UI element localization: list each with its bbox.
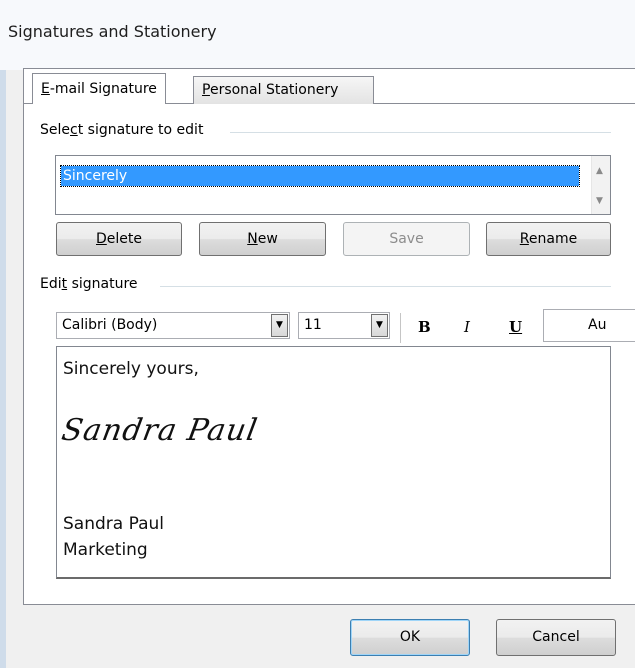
save-button[interactable]: Save (343, 222, 470, 256)
new-button[interactable]: New (199, 222, 326, 256)
signature-closing-text: Sincerely yours, (63, 359, 199, 379)
scroll-up-icon[interactable]: ▲ (596, 166, 603, 176)
list-scrollbar[interactable]: ▲ ▼ (591, 156, 610, 214)
tab-personal-stationery[interactable]: Personal Stationery (193, 76, 374, 104)
delete-button[interactable]: Delete (56, 222, 182, 256)
title-bar: Signatures and Stationery (0, 0, 635, 70)
signature-department-text: Marketing (63, 540, 148, 560)
edit-group-divider (160, 286, 611, 287)
signature-name-text: Sandra Paul (63, 514, 164, 534)
underline-button[interactable]: U (509, 318, 522, 336)
font-name-select[interactable]: Calibri (Body) ▼ (56, 312, 290, 339)
font-color-select[interactable]: Au (543, 309, 635, 342)
list-item-sincerely[interactable]: Sincerely (60, 165, 580, 187)
font-size-select[interactable]: 11 ▼ (298, 312, 390, 339)
toolbar-separator (400, 313, 401, 343)
handwritten-signature: Sandra Paul (58, 413, 261, 448)
edit-signature-label: Edit signature (40, 276, 144, 292)
bold-button[interactable]: B (418, 318, 431, 336)
chevron-down-icon[interactable]: ▼ (371, 314, 388, 337)
signature-list[interactable]: Sincerely ▲ ▼ (55, 155, 611, 215)
select-signature-label: Select signature to edit (40, 122, 210, 138)
rename-button[interactable]: Rename (486, 222, 611, 256)
cancel-button[interactable]: Cancel (496, 619, 616, 656)
chevron-down-icon[interactable]: ▼ (271, 314, 288, 337)
window-frame-edge (0, 70, 6, 668)
tab-email-signature[interactable]: E-mail Signature (32, 73, 166, 104)
scroll-down-icon[interactable]: ▼ (596, 196, 603, 206)
ok-button[interactable]: OK (350, 619, 470, 656)
signature-editor[interactable]: Sincerely yours, Sandra Paul Sandra Paul… (56, 346, 611, 579)
select-group-divider (230, 132, 611, 133)
window-title: Signatures and Stationery (8, 22, 217, 41)
italic-button[interactable]: I (464, 318, 470, 336)
